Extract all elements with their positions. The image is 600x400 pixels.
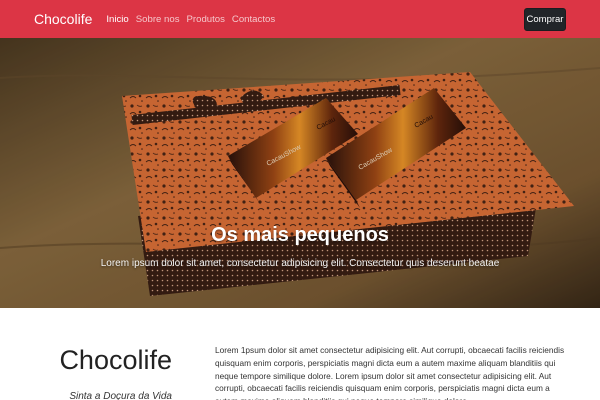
about-text: Lorem 1psum dolor sit amet consectetur a… — [215, 345, 565, 400]
navbar: Chocolife Inicio Sobre nos Produtos Cont… — [0, 0, 600, 38]
hero-title: Os mais pequenos — [211, 224, 389, 246]
nav-link-sobre-nos[interactable]: Sobre nos — [136, 14, 180, 25]
nav-link-contactos[interactable]: Contactos — [232, 14, 275, 25]
hero-caption: Lorem ipsum dolor sit amet, consectetur … — [100, 258, 500, 269]
navbar-brand[interactable]: Chocolife — [34, 11, 92, 27]
hero-carousel: CacauShow Cacau CacauShow Cacau Os mais … — [0, 38, 600, 308]
nav-link-inicio[interactable]: Inicio — [106, 14, 128, 25]
nav-links: Inicio Sobre nos Produtos Contactos — [106, 14, 275, 25]
nav-link-produtos[interactable]: Produtos — [187, 14, 225, 25]
buy-button[interactable]: Comprar — [524, 8, 566, 31]
about-title: Chocolife — [59, 345, 172, 375]
about-subtitle: Sinta a Doçura da Vida — [69, 391, 172, 400]
